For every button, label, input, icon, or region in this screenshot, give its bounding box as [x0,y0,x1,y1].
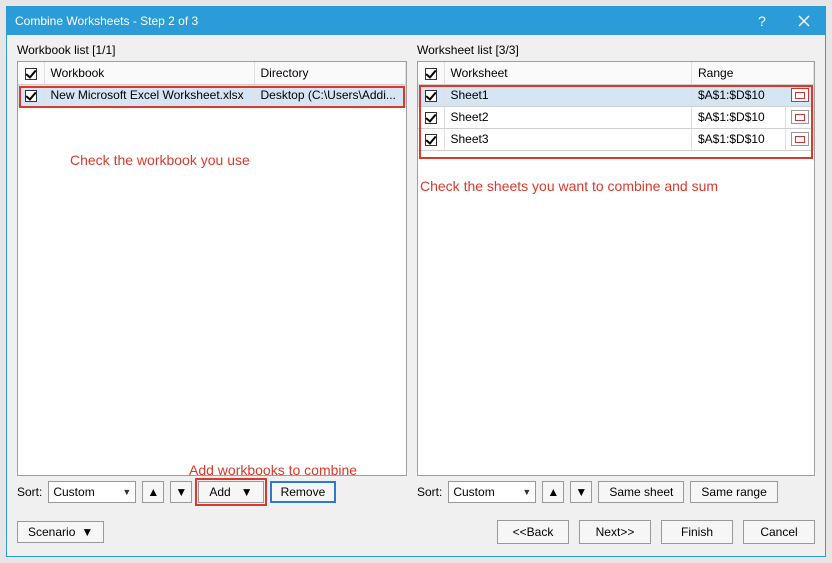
remove-label: Remove [281,485,326,499]
close-icon [798,15,810,27]
workbook-name: New Microsoft Excel Worksheet.xlsx [44,84,254,106]
col-worksheet[interactable]: Worksheet [444,62,692,84]
worksheet-check-all[interactable] [418,62,444,84]
arrow-up-icon: ▲ [547,485,559,499]
checkbox-icon [425,68,437,80]
arrow-down-icon: ▼ [575,485,587,499]
move-up-button[interactable]: ▲ [542,481,564,503]
worksheet-row[interactable]: Sheet3 $A$1:$D$10 [418,128,814,150]
worksheet-list-panel: Worksheet Range Sheet1 $A$1:$D$10 Sheet2… [417,61,815,476]
checkbox-icon [425,90,437,102]
range-select-button[interactable] [791,132,809,146]
scenario-button[interactable]: Scenario ▼ [17,521,104,543]
scenario-label: Scenario [28,525,75,539]
workbook-check-all[interactable] [18,62,44,84]
sort-value: Custom [53,485,94,499]
worksheet-row-check[interactable] [418,84,444,106]
worksheet-toolbar: Sort: Custom ▼ ▲ ▼ Same sheet Same range [417,478,815,506]
checkbox-icon [425,134,437,146]
add-label: Add [209,485,230,499]
range-select-button[interactable] [791,110,809,124]
sort-value: Custom [453,485,494,499]
workbook-dir: Desktop (C:\Users\Addi... [254,84,406,106]
annotation-text: Check the workbook you use [70,152,250,168]
window-title: Combine Worksheets - Step 2 of 3 [7,14,741,28]
move-down-button[interactable]: ▼ [170,481,192,503]
finish-button[interactable]: Finish [661,520,733,544]
col-range[interactable]: Range [692,62,814,84]
range-select-button[interactable] [791,88,809,102]
chevron-down-icon: ▼ [241,485,253,499]
dialog-body: Workbook list [1/1] Worksheet list [3/3]… [17,43,815,546]
checkbox-icon [25,90,37,102]
dialog-window: Combine Worksheets - Step 2 of 3 ? Workb… [6,6,826,557]
chevron-down-icon: ▼ [122,487,131,497]
title-bar: Combine Worksheets - Step 2 of 3 ? [7,7,825,35]
annotation-text: Check the sheets you want to combine and… [420,178,718,194]
chevron-down-icon: ▼ [522,487,531,497]
worksheet-name: Sheet3 [444,128,692,150]
add-button[interactable]: Add ▼ [198,481,263,503]
workbook-list-label: Workbook list [1/1] [17,43,115,57]
workbook-row-check[interactable] [18,84,44,106]
cancel-label: Cancel [760,525,797,539]
cancel-button[interactable]: Cancel [743,520,815,544]
workbook-table-header: Workbook Directory [18,62,406,84]
worksheet-row-check[interactable] [418,128,444,150]
workbook-row[interactable]: New Microsoft Excel Worksheet.xlsx Deskt… [18,84,406,106]
back-button[interactable]: <<Back [497,520,569,544]
close-button[interactable] [783,7,825,35]
worksheet-name: Sheet1 [444,84,692,106]
help-button[interactable]: ? [741,7,783,35]
arrow-up-icon: ▲ [147,485,159,499]
col-directory[interactable]: Directory [254,62,406,84]
next-button[interactable]: Next>> [579,520,651,544]
same-sheet-label: Same sheet [609,485,673,499]
move-down-button[interactable]: ▼ [570,481,592,503]
workbook-table: Workbook Directory New Microsoft Excel W… [18,62,406,107]
same-range-button[interactable]: Same range [690,481,777,503]
worksheet-name: Sheet2 [444,106,692,128]
same-sheet-button[interactable]: Same sheet [598,481,684,503]
arrow-down-icon: ▼ [175,485,187,499]
worksheet-list-label: Worksheet list [3/3] [417,43,519,57]
worksheet-row[interactable]: Sheet1 $A$1:$D$10 [418,84,814,106]
worksheet-row[interactable]: Sheet2 $A$1:$D$10 [418,106,814,128]
finish-label: Finish [681,525,713,539]
checkbox-icon [425,112,437,124]
worksheet-table: Worksheet Range Sheet1 $A$1:$D$10 Sheet2… [418,62,814,151]
sort-label: Sort: [417,485,442,499]
col-workbook[interactable]: Workbook [44,62,254,84]
sort-label: Sort: [17,485,42,499]
checkbox-icon [25,68,37,80]
move-up-button[interactable]: ▲ [142,481,164,503]
next-label: Next>> [596,525,635,539]
same-range-label: Same range [701,485,766,499]
sort-combo[interactable]: Custom ▼ [448,481,536,503]
worksheet-range: $A$1:$D$10 [692,106,786,128]
workbook-toolbar: Sort: Custom ▼ ▲ ▼ Add ▼ Remove [17,478,407,506]
back-label: <<Back [513,525,554,539]
workbook-list-panel: Workbook Directory New Microsoft Excel W… [17,61,407,476]
remove-button[interactable]: Remove [270,481,337,503]
dialog-footer: Scenario ▼ <<Back Next>> Finish Cancel [17,518,815,546]
worksheet-row-check[interactable] [418,106,444,128]
sort-combo[interactable]: Custom ▼ [48,481,136,503]
worksheet-range: $A$1:$D$10 [692,128,786,150]
worksheet-table-header: Worksheet Range [418,62,814,84]
chevron-down-icon: ▼ [81,525,93,539]
worksheet-range: $A$1:$D$10 [692,84,786,106]
